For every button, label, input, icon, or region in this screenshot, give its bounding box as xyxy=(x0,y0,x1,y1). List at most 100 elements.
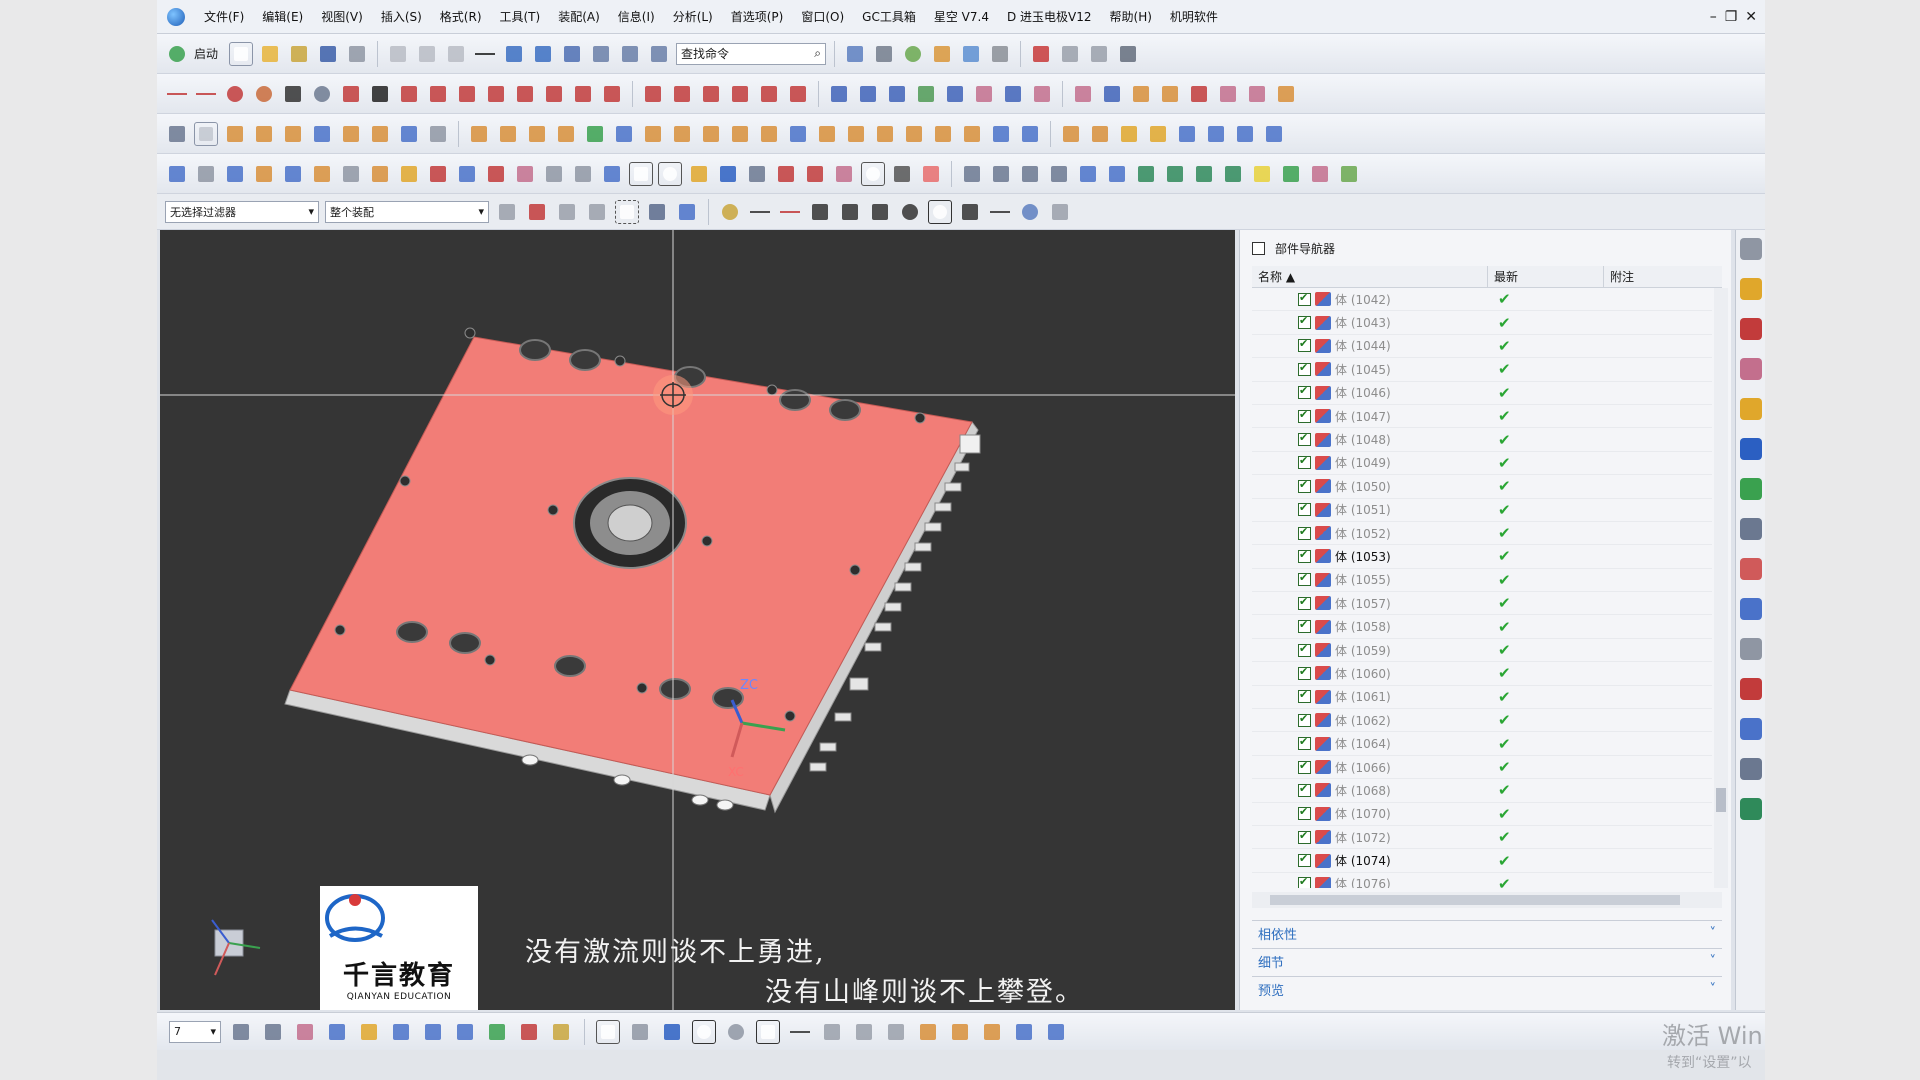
thread-icon[interactable] xyxy=(426,122,450,146)
navigator-row[interactable]: 体 (1052) ✔ xyxy=(1252,522,1712,546)
delete-face-icon[interactable] xyxy=(960,122,984,146)
stack-tool-icon[interactable] xyxy=(948,1020,972,1044)
visibility-checkbox[interactable] xyxy=(1298,361,1311,376)
move-object-icon[interactable] xyxy=(618,42,642,66)
visibility-checkbox[interactable] xyxy=(1298,525,1311,540)
measure-angle-icon[interactable] xyxy=(549,1020,573,1044)
snap-control-icon[interactable] xyxy=(808,200,832,224)
visibility-checkbox[interactable] xyxy=(1298,548,1311,563)
visibility-checkbox[interactable] xyxy=(1298,759,1311,774)
step-back-icon[interactable] xyxy=(1192,162,1216,186)
offset-face-icon[interactable] xyxy=(728,122,752,146)
export-tool-icon[interactable] xyxy=(1044,1020,1068,1044)
navigator-row[interactable]: 体 (1059) ✔ xyxy=(1252,639,1712,663)
move-to-layer-icon[interactable] xyxy=(261,1020,285,1044)
search-icon[interactable]: ⌕ xyxy=(814,46,821,61)
copy-icon[interactable] xyxy=(415,42,439,66)
pull-face-icon[interactable] xyxy=(1018,122,1042,146)
background-icon[interactable] xyxy=(988,42,1012,66)
navigator-horizontal-scrollbar[interactable] xyxy=(1252,892,1722,908)
fit-view-icon[interactable] xyxy=(843,42,867,66)
navigator-row[interactable]: 体 (1051) ✔ xyxy=(1252,499,1712,522)
visibility-checkbox[interactable] xyxy=(1298,618,1311,634)
tool-green-icon[interactable] xyxy=(1337,162,1361,186)
snap-existing-point-icon[interactable] xyxy=(958,200,982,224)
measure-distance-icon[interactable] xyxy=(517,1020,541,1044)
xt-icon[interactable] xyxy=(919,162,943,186)
invert-hide-icon[interactable] xyxy=(453,1020,477,1044)
replace-face-icon[interactable] xyxy=(902,122,926,146)
type-filter-select[interactable]: 无选择过滤器 ▾ xyxy=(165,200,319,223)
save-icon[interactable] xyxy=(316,42,340,66)
electrode-7-icon[interactable] xyxy=(600,162,624,186)
snap-perpendicular-icon[interactable] xyxy=(868,200,892,224)
navigator-row[interactable]: 体 (1072) ✔ xyxy=(1252,826,1712,850)
hexagon-icon[interactable] xyxy=(658,161,682,186)
wcs-icon[interactable] xyxy=(1018,162,1042,186)
shaded-view-icon[interactable] xyxy=(872,42,896,66)
box-tool-icon[interactable] xyxy=(916,1020,940,1044)
visibility-checkbox[interactable] xyxy=(1298,875,1311,888)
mold-tool-6-icon[interactable] xyxy=(1274,82,1298,106)
visibility-checkbox[interactable] xyxy=(1298,805,1311,821)
history-icon[interactable] xyxy=(1739,518,1762,540)
navigator-row[interactable]: 体 (1074) ✔ xyxy=(1252,849,1712,873)
navigator-row[interactable]: 体 (1044) ✔ xyxy=(1252,335,1712,359)
display-icon[interactable] xyxy=(560,42,584,66)
rectangle-tool-icon[interactable] xyxy=(756,1019,780,1044)
scale-body-icon[interactable] xyxy=(757,122,781,146)
paste-icon[interactable] xyxy=(444,42,468,66)
print-icon[interactable] xyxy=(345,42,369,66)
boss-icon[interactable] xyxy=(368,122,392,146)
hook-icon[interactable] xyxy=(890,162,914,186)
visibility-checkbox[interactable] xyxy=(1298,408,1311,423)
menu-item[interactable]: 视图(V) xyxy=(312,0,372,34)
electrode-3-icon[interactable] xyxy=(484,162,508,186)
swept-surface-icon[interactable] xyxy=(943,82,967,106)
settings-gear-icon[interactable] xyxy=(1739,238,1762,260)
window-tile-icon[interactable] xyxy=(1087,42,1111,66)
arrow-left-green-icon[interactable] xyxy=(1134,162,1158,186)
select-bodies-icon[interactable] xyxy=(675,200,699,224)
menu-item[interactable]: 星空 V7.4 xyxy=(925,0,998,34)
process-studio-icon[interactable] xyxy=(1739,598,1762,620)
geometry-icon[interactable] xyxy=(368,162,392,186)
offset-surface-icon[interactable] xyxy=(1030,82,1054,106)
feature-tree-icon[interactable] xyxy=(165,122,189,146)
mold-tool-3-icon[interactable] xyxy=(1187,82,1211,106)
menu-item[interactable]: 帮助(H) xyxy=(1101,0,1161,34)
extract-body-icon[interactable] xyxy=(844,122,868,146)
extend-tool-icon[interactable] xyxy=(884,1020,908,1044)
rectangle-select-icon[interactable] xyxy=(615,199,639,224)
information-icon[interactable] xyxy=(647,42,671,66)
block-tool-icon[interactable] xyxy=(980,1020,1004,1044)
reuse-library-icon[interactable] xyxy=(1739,398,1762,420)
trim-curve-icon[interactable] xyxy=(542,82,566,106)
filter-reset-icon[interactable] xyxy=(495,200,519,224)
navigator-row[interactable]: 体 (1042) ✔ xyxy=(1252,288,1712,312)
navigator-row[interactable]: 体 (1060) ✔ xyxy=(1252,662,1712,686)
divide-curve-icon[interactable] xyxy=(571,82,595,106)
redo-icon[interactable] xyxy=(531,42,555,66)
cube-yellow-icon[interactable] xyxy=(1250,162,1274,186)
visibility-checkbox[interactable] xyxy=(1298,478,1311,493)
trim-body-icon[interactable] xyxy=(1100,82,1124,106)
navigator-row[interactable]: 体 (1048) ✔ xyxy=(1252,428,1712,452)
command-finder-input[interactable]: 查找命令 ⌕ xyxy=(676,42,827,65)
start-menu-label[interactable]: 启动 xyxy=(194,45,218,62)
move-component-icon[interactable] xyxy=(165,162,189,186)
transform-icon[interactable] xyxy=(194,162,218,186)
snap-bounded-icon[interactable] xyxy=(1048,200,1072,224)
bounded-plane-icon[interactable] xyxy=(1001,82,1025,106)
menu-item[interactable]: 工具(T) xyxy=(491,0,550,34)
view-section-icon[interactable] xyxy=(596,1019,620,1044)
wcs-dynamic-icon[interactable] xyxy=(325,1020,349,1044)
column-note[interactable]: 附注 xyxy=(1604,266,1722,287)
snap-quadrant-icon[interactable] xyxy=(928,199,952,224)
visibility-checkbox[interactable] xyxy=(1298,431,1311,447)
navigator-row[interactable]: 体 (1076) ✔ xyxy=(1252,873,1712,888)
menu-item[interactable]: 装配(A) xyxy=(549,0,609,34)
delete-icon[interactable] xyxy=(473,42,497,66)
navigator-row[interactable]: 体 (1066) ✔ xyxy=(1252,756,1712,780)
arrow-right-green-icon[interactable] xyxy=(1163,162,1187,186)
